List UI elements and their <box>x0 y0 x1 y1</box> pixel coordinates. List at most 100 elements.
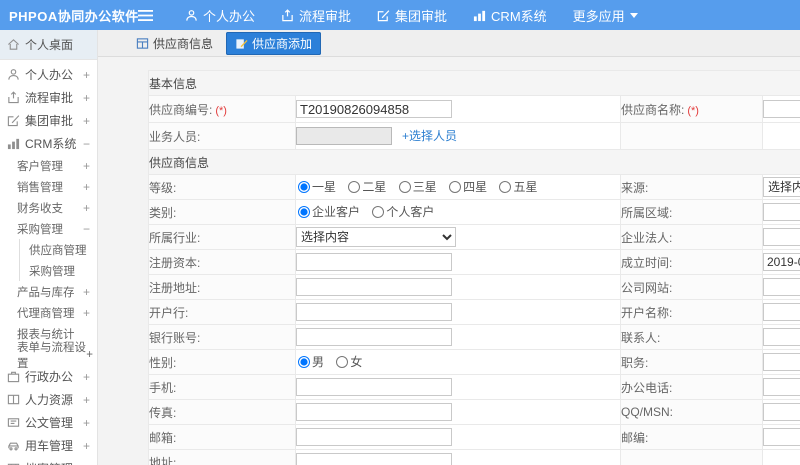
section-title-basic: 基本信息 <box>147 70 800 96</box>
contact-input[interactable] <box>763 328 800 346</box>
radio-button[interactable] <box>499 180 512 193</box>
sidebar-item-personal-office[interactable]: 个人办公 + <box>0 63 97 86</box>
form-row: 注册资本: 成立时间: <box>148 249 800 275</box>
nav-flow-approval[interactable]: 流程审批 <box>281 6 351 25</box>
briefcase-icon <box>7 371 20 383</box>
tab-supplier-info[interactable]: 供应商信息 <box>132 32 217 55</box>
mobile-input[interactable] <box>296 378 452 396</box>
section-header-row: 供应商信息 <box>147 149 800 175</box>
zip-input[interactable] <box>763 428 800 446</box>
sidebar-item-finance[interactable]: 财务收支 + <box>0 197 97 218</box>
radio-button[interactable] <box>298 180 310 193</box>
select-staff-link[interactable]: +选择人员 <box>402 129 457 143</box>
grade-option[interactable]: 一星 <box>296 178 336 195</box>
legal-person-input[interactable] <box>763 228 800 246</box>
region-input[interactable] <box>763 203 800 221</box>
radio-button[interactable] <box>336 355 349 368</box>
form-row: 开户行: 开户名称: <box>148 299 800 325</box>
sidebar-item-crm-system[interactable]: CRM系统 − <box>0 132 97 155</box>
supplier-code-input[interactable] <box>296 100 452 118</box>
grade-option[interactable]: 三星 <box>390 178 437 195</box>
radio-button[interactable] <box>372 205 385 218</box>
registered-address-label: 注册地址: <box>149 280 201 295</box>
supplier-name-input[interactable] <box>763 100 800 118</box>
sidebar-item-supplier-mgmt[interactable]: 供应商管理 <box>20 239 97 260</box>
sidebar-item-official-docs[interactable]: 公文管理 + <box>0 411 97 434</box>
home-icon <box>8 39 19 50</box>
form-row: 供应商编号:(*) 供应商名称:(*) <box>148 95 800 123</box>
sidebar-item-personal-desktop[interactable]: 个人桌面 <box>0 30 97 60</box>
email-input[interactable] <box>296 428 452 446</box>
radio-button[interactable] <box>298 355 310 368</box>
menu-toggle-button[interactable] <box>138 9 153 21</box>
sidebar-item-product-inventory[interactable]: 产品与库存 + <box>0 281 97 302</box>
form-row: 手机: 办公电话: <box>148 374 800 400</box>
sidebar-item-purchase-mgmt[interactable]: 采购管理 <box>20 260 97 281</box>
form-row: 注册地址: 公司网站: <box>148 274 800 300</box>
bank-branch-input[interactable] <box>296 303 452 321</box>
sidebar-item-flow-approval[interactable]: 流程审批 + <box>0 86 97 109</box>
bank-branch-label: 开户行: <box>149 305 189 320</box>
nav-crm-system[interactable]: CRM系统 <box>473 6 547 25</box>
nav-more-apps[interactable]: 更多应用 <box>573 6 638 25</box>
document-icon <box>7 418 20 427</box>
grade-option[interactable]: 五星 <box>490 178 537 195</box>
grade-option[interactable]: 二星 <box>339 178 386 195</box>
sidebar-item-form-flow-settings[interactable]: 表单与流程设置 + <box>0 342 97 370</box>
address-label: 地址: <box>149 455 177 465</box>
sidebar-item-sales-mgmt[interactable]: 销售管理 + <box>0 176 97 197</box>
radio-button[interactable] <box>449 180 462 193</box>
sidebar-item-procurement-mgmt[interactable]: 采购管理 − <box>0 218 97 239</box>
caret-down-icon <box>629 12 638 18</box>
car-icon <box>8 442 19 451</box>
user-icon <box>186 9 197 21</box>
category-radio-group: 企业客户 个人客户 <box>295 199 621 225</box>
sidebar-item-agent-mgmt[interactable]: 代理商管理 + <box>0 302 97 323</box>
position-input[interactable] <box>763 353 800 371</box>
supplier-add-form: 基本信息 供应商编号:(*) 供应商名称:(*) 业务人员: +选择人员 供应商… <box>147 70 800 465</box>
category-option[interactable]: 企业客户 <box>296 203 360 220</box>
sidebar-item-group-approval[interactable]: 集团审批 + <box>0 109 97 132</box>
tab-bar: 供应商信息 供应商添加 <box>98 30 800 57</box>
nav-personal-office[interactable]: 个人办公 <box>185 6 255 25</box>
registered-capital-input[interactable] <box>296 253 452 271</box>
qq-msn-input[interactable] <box>763 403 800 421</box>
address-input[interactable] <box>296 453 452 465</box>
sidebar-item-vehicle-mgmt[interactable]: 用车管理 + <box>0 434 97 457</box>
sidebar-item-human-resources[interactable]: 人力资源 + <box>0 388 97 411</box>
tab-supplier-add[interactable]: 供应商添加 <box>226 31 322 55</box>
fax-input[interactable] <box>296 403 452 421</box>
form-row: 性别: 男 女 职务: <box>148 349 800 375</box>
office-phone-input[interactable] <box>763 378 800 396</box>
flow-icon <box>8 91 19 104</box>
flow-icon <box>282 8 293 21</box>
nav-group-approval[interactable]: 集团审批 <box>377 6 447 25</box>
bank-account-input[interactable] <box>296 328 452 346</box>
category-option[interactable]: 个人客户 <box>363 203 434 220</box>
source-select[interactable]: 选择内容 <box>763 177 800 197</box>
account-name-input[interactable] <box>763 303 800 321</box>
form-row: 邮箱: 邮编: <box>148 424 800 450</box>
industry-select[interactable]: 选择内容 <box>296 227 456 247</box>
fax-label: 传真: <box>149 405 177 420</box>
form-row: 传真: QQ/MSN: <box>148 399 800 425</box>
supplier-name-label: 供应商名称: <box>621 102 685 117</box>
radio-button[interactable] <box>398 180 411 193</box>
website-input[interactable] <box>763 278 800 296</box>
hamburger-icon <box>138 9 153 21</box>
website-label: 公司网站: <box>621 280 673 295</box>
add-form-icon <box>236 38 248 49</box>
sidebar-item-customer-mgmt[interactable]: 客户管理 + <box>0 155 97 176</box>
sidebar-item-archive-mgmt[interactable]: 档案管理 + <box>0 457 97 465</box>
section-header-row: 基本信息 <box>147 70 800 96</box>
gender-option[interactable]: 女 <box>327 353 362 370</box>
gender-option[interactable]: 男 <box>296 353 324 370</box>
email-label: 邮箱: <box>149 430 177 445</box>
radio-button[interactable] <box>348 180 361 193</box>
required-mark: (*) <box>215 104 227 117</box>
registered-address-input[interactable] <box>296 278 452 296</box>
grade-option[interactable]: 四星 <box>440 178 487 195</box>
radio-button[interactable] <box>298 205 310 218</box>
established-date-input[interactable] <box>763 253 800 271</box>
staff-input[interactable] <box>296 127 392 145</box>
